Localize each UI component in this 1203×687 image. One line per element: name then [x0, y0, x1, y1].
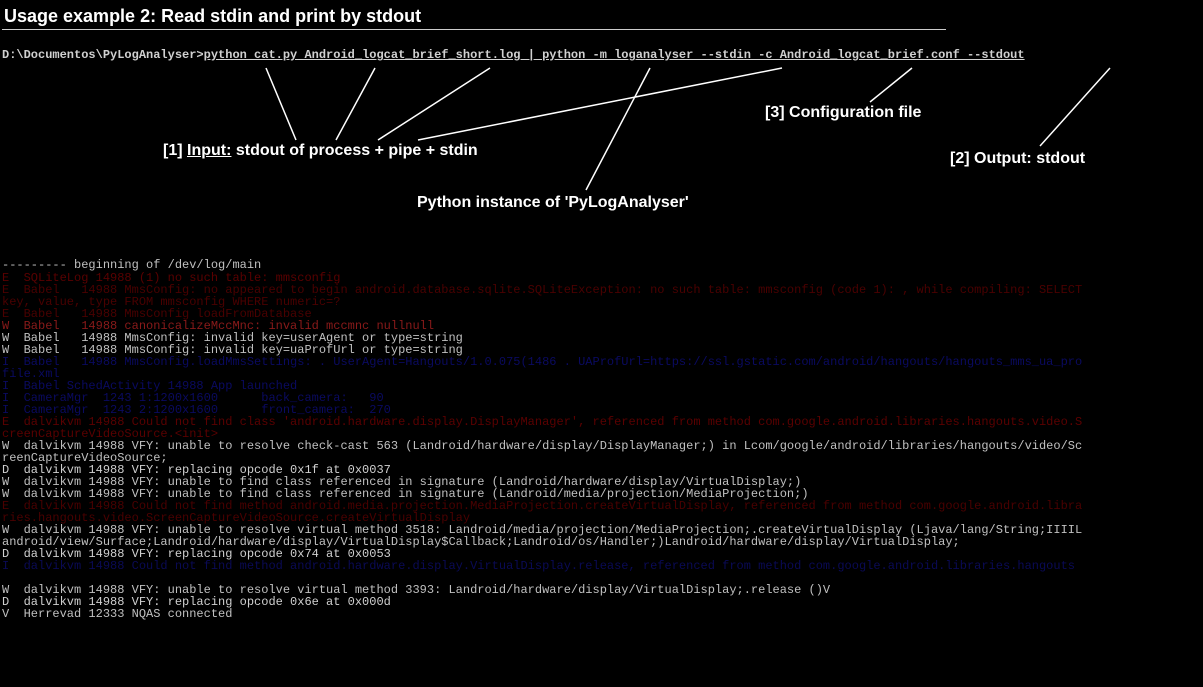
- log-line: W dalvikvm 14988 VFY: unable to resolve …: [0, 440, 1203, 452]
- annotation-output-text: Output: stdout: [970, 150, 1086, 167]
- annotation-output-num: [2]: [950, 150, 970, 167]
- log-output: E SQLiteLog 14988 (1) no such table: mms…: [0, 272, 1203, 620]
- prompt: D:\Documentos\PyLogAnalyser>: [2, 48, 204, 62]
- log-line: V Herrevad 12333 NQAS connected: [0, 608, 1203, 620]
- page-title: Usage example 2: Read stdin and print by…: [2, 2, 946, 30]
- annotation-output: [2] Output: stdout: [950, 150, 1085, 168]
- command-line: D:\Documentos\PyLogAnalyser>python cat.p…: [2, 48, 1203, 62]
- log-line: I Babel 14988 MmsConfig.loadMmsSettings:…: [0, 356, 1203, 368]
- annotation-input-key: Input:: [187, 142, 231, 159]
- annotation-diagram: [1] Input: stdout of process + pipe + st…: [0, 62, 1203, 252]
- annotation-input: [1] Input: stdout of process + pipe + st…: [163, 142, 478, 160]
- log-line: I dalvikvm 14988 Could not find method a…: [0, 560, 1203, 572]
- log-separator: --------- beginning of /dev/log/main: [0, 258, 1203, 272]
- annotation-input-num: [1]: [163, 142, 183, 159]
- annotation-config: [3] Configuration file: [765, 104, 921, 122]
- annotation-python-instance: Python instance of 'PyLogAnalyser': [417, 194, 689, 212]
- annotation-input-rest: stdout of process + pipe + stdin: [231, 142, 477, 159]
- annotation-config-num: [3]: [765, 104, 785, 121]
- annotation-config-text: Configuration file: [785, 104, 922, 121]
- command-body: python cat.py Android_logcat_brief_short…: [204, 48, 1025, 62]
